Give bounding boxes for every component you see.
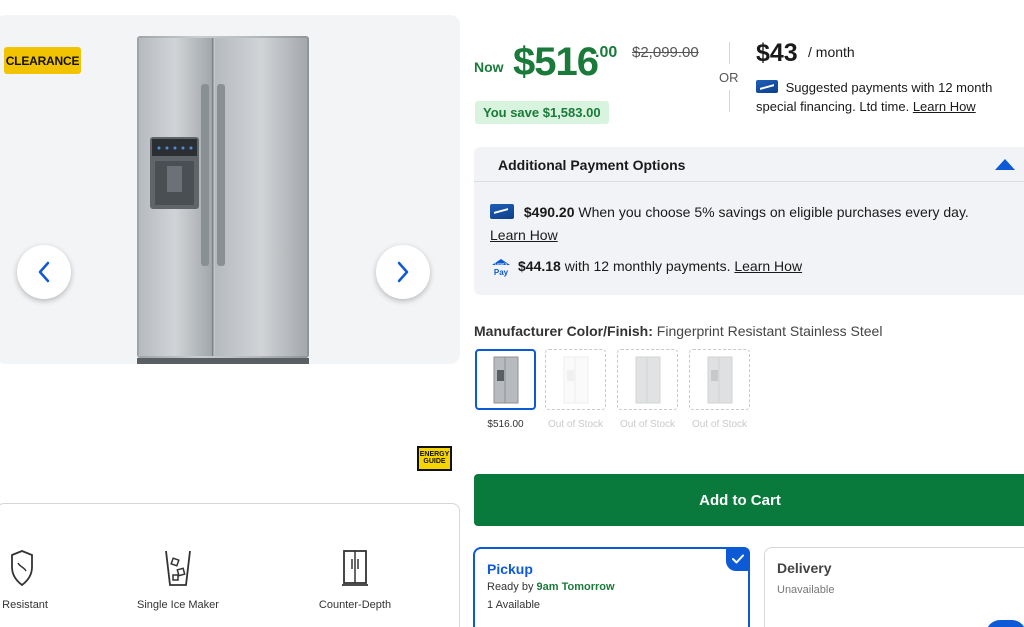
color-swatch-stainless-3[interactable] — [689, 349, 750, 410]
or-label: OR — [719, 70, 739, 85]
payment-options-title: Additional Payment Options — [498, 157, 686, 173]
swatch-refrigerator-image — [635, 356, 660, 403]
feature-label: Single Ice Maker — [137, 599, 219, 611]
features-panel: t Resistant Single Ice Maker Counter-Dep… — [0, 503, 460, 627]
refrigerator-image — [137, 36, 309, 364]
ice-cup-icon — [165, 550, 191, 586]
energy-guide-label: ENERGY GUIDE — [419, 451, 450, 465]
energy-guide-badge[interactable]: ENERGY GUIDE — [417, 446, 452, 471]
lowes-pay-icon-top: Lowe's — [495, 261, 507, 266]
savings-learn-how-link[interactable]: Learn How — [490, 227, 558, 243]
selected-check-icon — [726, 547, 750, 571]
add-to-cart-button[interactable]: Add to Cart — [474, 474, 1024, 526]
color-finish-value: Fingerprint Resistant Stainless Steel — [656, 323, 883, 339]
feature-fingerprint-resistant: t Resistant — [0, 549, 92, 611]
clearance-badge: CLEARANCE — [4, 47, 81, 74]
refrigerator-icon — [342, 550, 368, 586]
swatch-out-of-stock: Out of Stock — [547, 419, 604, 430]
swatch-price: $516.00 — [487, 419, 524, 430]
feature-label: Counter-Depth — [318, 599, 392, 611]
pickup-ready-text: Ready by 9am Tomorrow — [487, 581, 615, 593]
financing-learn-how-link[interactable]: Learn How — [913, 99, 976, 114]
color-swatch-white[interactable] — [545, 349, 606, 410]
savings-amount: $490.20 — [523, 204, 575, 220]
pickup-option[interactable]: Pickup Ready by 9am Tomorrow 1 Available — [473, 547, 750, 627]
swatch-refrigerator-image — [493, 356, 518, 403]
delivery-title: Delivery — [777, 560, 832, 576]
swatch-refrigerator-image — [707, 356, 732, 403]
pickup-availability: 1 Available — [487, 599, 541, 611]
payment-option-lowes-pay: Lowe's Pay $44.18 with 12 monthly payment… — [490, 258, 990, 277]
swatch-out-of-stock: Out of Stock — [691, 419, 748, 430]
current-price-cents: .00 — [595, 44, 618, 61]
delivery-status: Unavailable — [777, 584, 835, 596]
color-finish-label: Manufacturer Color/Finish: Fingerprint R… — [474, 323, 882, 339]
feature-single-ice-maker: Single Ice Maker — [108, 549, 248, 611]
color-finish-title: Manufacturer Color/Finish: — [474, 323, 653, 339]
chevron-right-icon — [397, 261, 409, 283]
lowes-pay-icon-bottom: Pay — [494, 268, 509, 277]
divider-top — [729, 42, 730, 64]
delivery-option[interactable]: Delivery Unavailable — [764, 547, 1024, 627]
credit-card-icon — [490, 204, 514, 220]
payment-option-savings: $490.20 When you choose 5% savings on el… — [490, 201, 990, 247]
current-price: $516 — [513, 40, 599, 84]
credit-card-icon — [756, 80, 778, 94]
savings-text: When you choose 5% savings on eligible p… — [578, 204, 969, 220]
color-swatch-stainless-2[interactable] — [617, 349, 678, 410]
feature-counter-depth: Counter-Depth — [285, 549, 425, 611]
next-image-button[interactable] — [376, 245, 430, 299]
monthly-pay-text: with 12 monthly payments. — [564, 258, 731, 275]
pickup-ready-prefix: Ready by — [487, 581, 534, 593]
swatch-refrigerator-image — [563, 356, 588, 403]
lowes-pay-icon: Lowe's Pay — [490, 258, 512, 277]
monthly-pay-learn-how-link[interactable]: Learn How — [734, 258, 802, 274]
collapse-caret-icon[interactable] — [995, 159, 1015, 170]
payment-options-header[interactable]: Additional Payment Options — [474, 147, 1024, 182]
monthly-pay-amount: $44.18 — [518, 258, 561, 275]
monthly-payment: $43 — [756, 39, 798, 67]
financing-info: Suggested payments with 12 month special… — [756, 78, 1018, 116]
additional-payment-options: Additional Payment Options $490.20 When … — [474, 147, 1024, 295]
pickup-title: Pickup — [487, 561, 533, 577]
divider-bottom — [729, 90, 730, 112]
per-month-label: / month — [808, 44, 855, 60]
price-now-label: Now — [474, 59, 504, 75]
feature-label: t Resistant — [0, 599, 48, 611]
savings-badge: You save $1,583.00 — [475, 101, 609, 124]
original-price: $2,099.00 — [632, 44, 699, 61]
chevron-left-icon — [38, 261, 50, 283]
previous-image-button[interactable] — [17, 245, 71, 299]
color-swatch-stainless[interactable] — [475, 349, 536, 410]
shield-icon — [11, 550, 33, 587]
pickup-ready-time: 9am Tomorrow — [536, 581, 615, 593]
swatch-out-of-stock: Out of Stock — [619, 419, 676, 430]
